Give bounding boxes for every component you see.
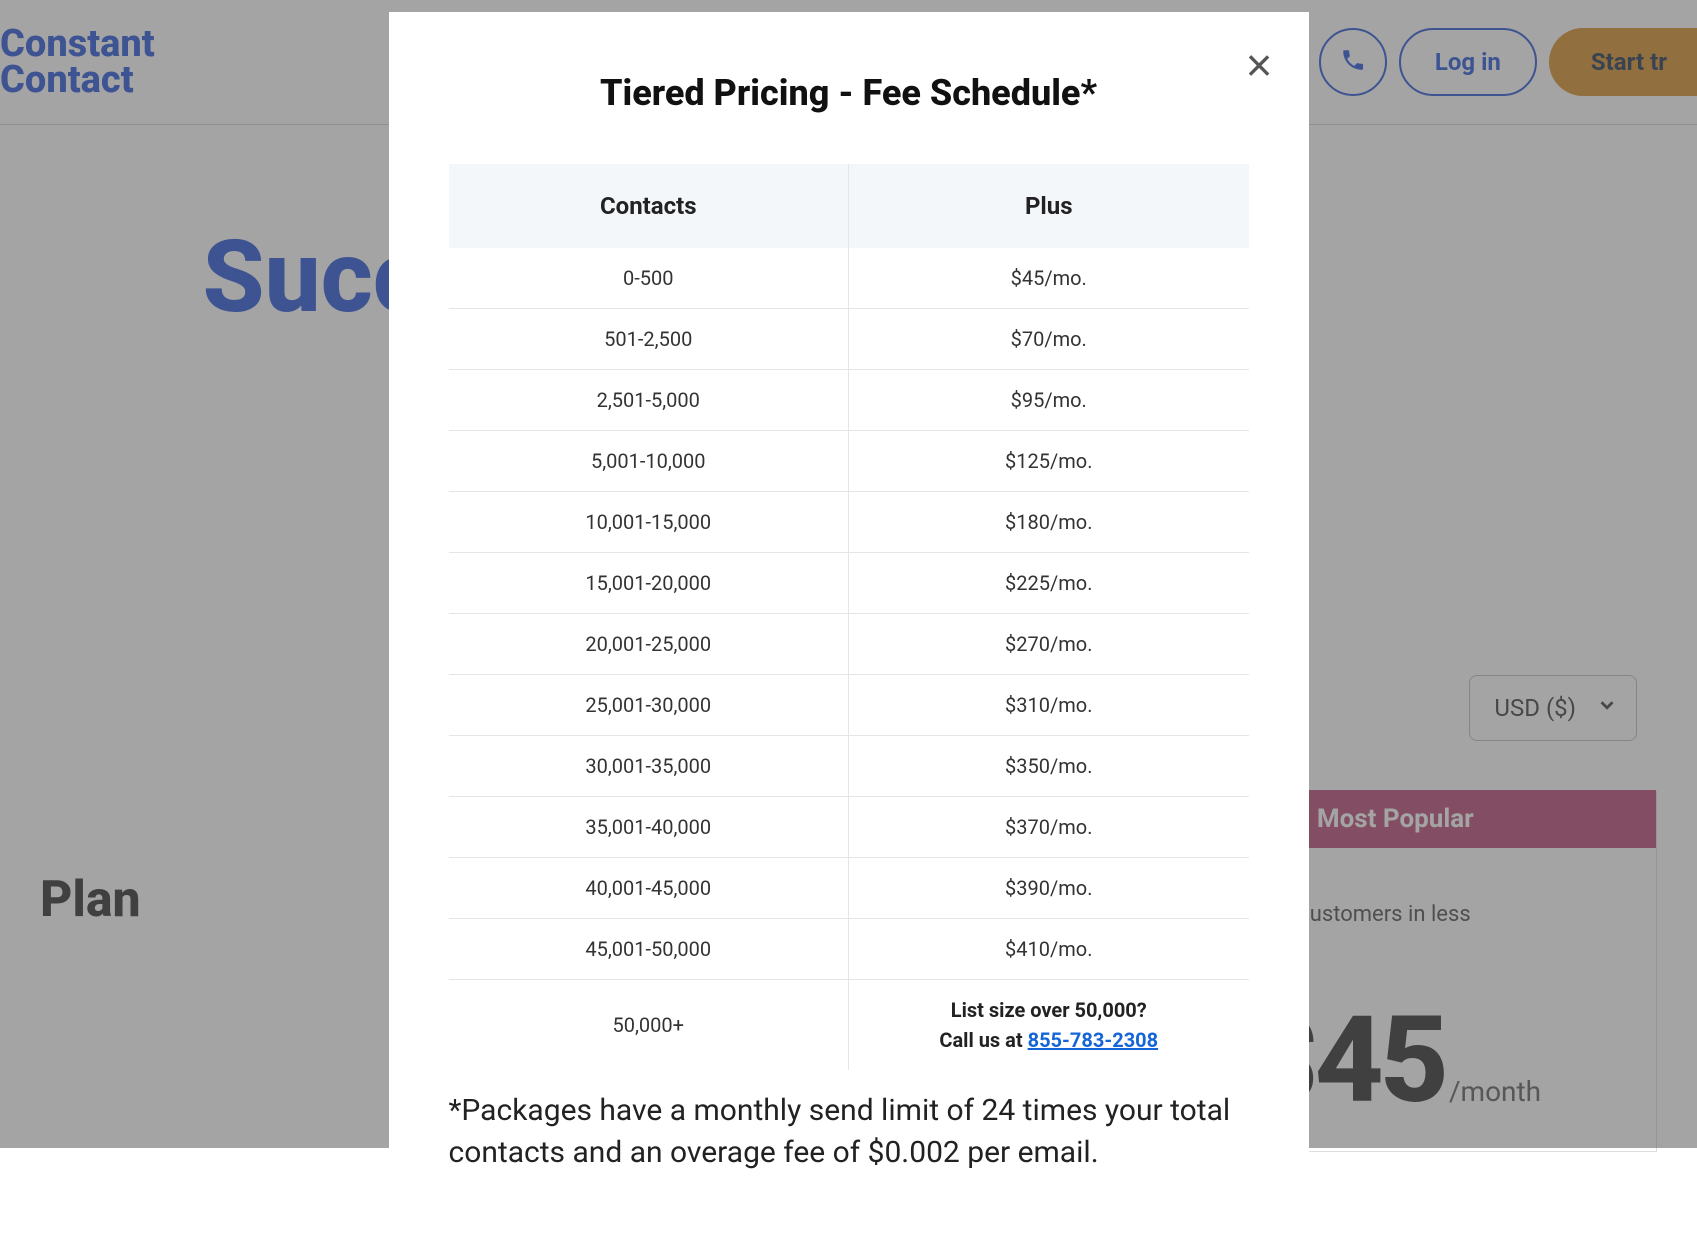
modal-footnote: *Packages have a monthly send limit of 2… bbox=[449, 1090, 1249, 1174]
tier-contacts: 10,001-15,000 bbox=[449, 492, 849, 553]
tier-price: $225/mo. bbox=[849, 553, 1249, 614]
tier-price: $270/mo. bbox=[849, 614, 1249, 675]
table-row: 501-2,500$70/mo. bbox=[449, 309, 1249, 370]
tier-contacts-over: 50,000+ bbox=[449, 980, 849, 1071]
over-call-text: Call us at bbox=[939, 1028, 1027, 1052]
table-row: 10,001-15,000$180/mo. bbox=[449, 492, 1249, 553]
table-row: 35,001-40,000$370/mo. bbox=[449, 797, 1249, 858]
tier-price: $180/mo. bbox=[849, 492, 1249, 553]
close-button[interactable]: × bbox=[1246, 42, 1273, 88]
tier-price: $310/mo. bbox=[849, 675, 1249, 736]
modal-overlay[interactable]: × Tiered Pricing - Fee Schedule* Contact… bbox=[0, 0, 1697, 1148]
tier-price: $350/mo. bbox=[849, 736, 1249, 797]
tier-price: $45/mo. bbox=[849, 248, 1249, 309]
tier-contacts: 501-2,500 bbox=[449, 309, 849, 370]
over-phone-link[interactable]: 855-783-2308 bbox=[1028, 1028, 1159, 1052]
table-row: 25,001-30,000$310/mo. bbox=[449, 675, 1249, 736]
tier-price: $410/mo. bbox=[849, 919, 1249, 980]
col-plus: Plus bbox=[849, 164, 1249, 248]
tier-price: $390/mo. bbox=[849, 858, 1249, 919]
tier-contacts: 0-500 bbox=[449, 248, 849, 309]
table-row: 30,001-35,000$350/mo. bbox=[449, 736, 1249, 797]
tier-contacts: 15,001-20,000 bbox=[449, 553, 849, 614]
table-row: 5,001-10,000$125/mo. bbox=[449, 431, 1249, 492]
tier-price: $125/mo. bbox=[849, 431, 1249, 492]
tier-contacts: 20,001-25,000 bbox=[449, 614, 849, 675]
tier-contacts: 40,001-45,000 bbox=[449, 858, 849, 919]
table-row: 20,001-25,000$270/mo. bbox=[449, 614, 1249, 675]
tier-contacts: 35,001-40,000 bbox=[449, 797, 849, 858]
tier-contacts: 30,001-35,000 bbox=[449, 736, 849, 797]
tier-contacts: 25,001-30,000 bbox=[449, 675, 849, 736]
table-row-over: 50,000+List size over 50,000? Call us at … bbox=[449, 980, 1249, 1071]
modal-title: Tiered Pricing - Fee Schedule* bbox=[449, 72, 1249, 114]
tier-price: $70/mo. bbox=[849, 309, 1249, 370]
close-icon: × bbox=[1246, 39, 1273, 91]
fee-table: Contacts Plus 0-500$45/mo.501-2,500$70/m… bbox=[449, 164, 1249, 1070]
table-row: 45,001-50,000$410/mo. bbox=[449, 919, 1249, 980]
tier-contacts: 2,501-5,000 bbox=[449, 370, 849, 431]
table-row: 0-500$45/mo. bbox=[449, 248, 1249, 309]
tier-contacts: 45,001-50,000 bbox=[449, 919, 849, 980]
over-title: List size over 50,000? bbox=[859, 998, 1239, 1022]
table-row: 15,001-20,000$225/mo. bbox=[449, 553, 1249, 614]
tier-price: $95/mo. bbox=[849, 370, 1249, 431]
col-contacts: Contacts bbox=[449, 164, 849, 248]
tier-contacts: 5,001-10,000 bbox=[449, 431, 849, 492]
table-row: 40,001-45,000$390/mo. bbox=[449, 858, 1249, 919]
table-row: 2,501-5,000$95/mo. bbox=[449, 370, 1249, 431]
tier-price: $370/mo. bbox=[849, 797, 1249, 858]
tier-over-cell: List size over 50,000? Call us at 855-783… bbox=[849, 980, 1249, 1071]
pricing-modal: × Tiered Pricing - Fee Schedule* Contact… bbox=[389, 12, 1309, 1234]
